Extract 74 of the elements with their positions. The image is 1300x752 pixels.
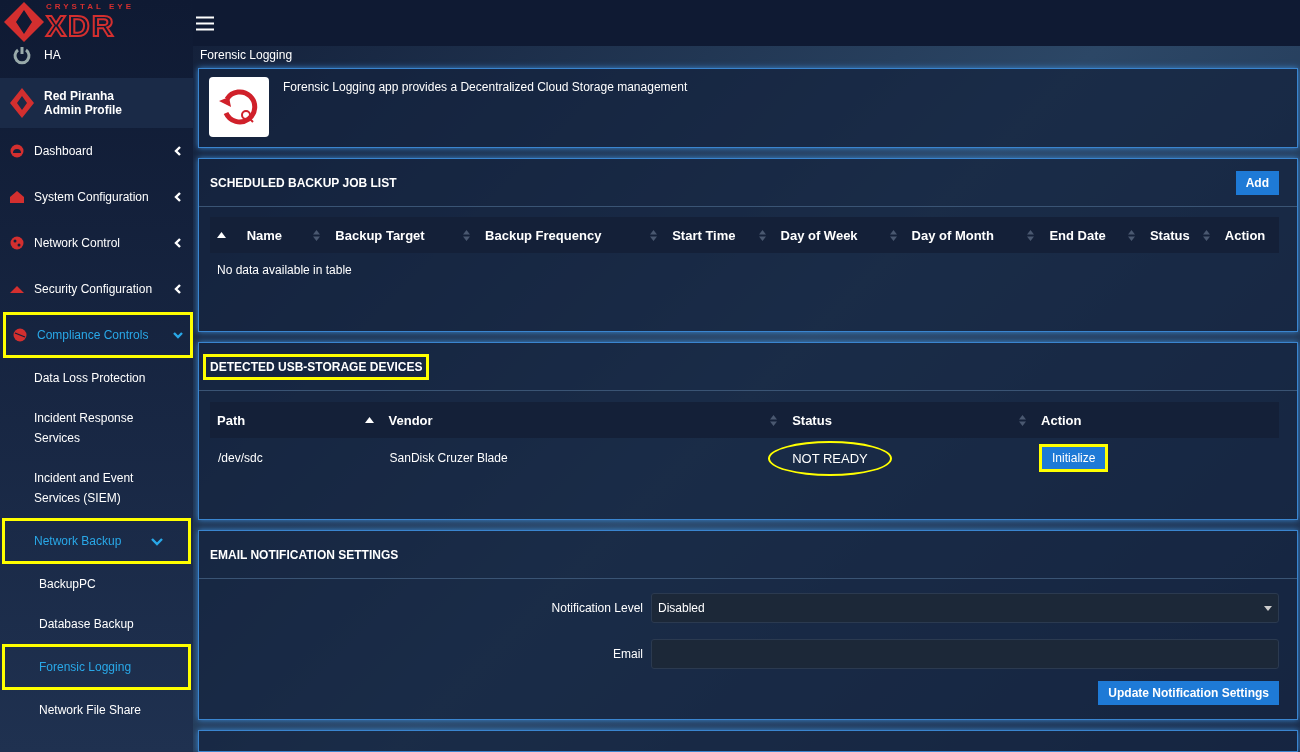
sort-icon[interactable] bbox=[758, 229, 766, 241]
email-input-field[interactable] bbox=[651, 639, 1279, 669]
sort-icon[interactable] bbox=[889, 229, 897, 241]
sidebar-subitem[interactable]: BackupPC bbox=[0, 564, 193, 604]
profile-card[interactable]: Red Piranha Admin Profile bbox=[0, 78, 193, 128]
globe-icon bbox=[10, 236, 24, 250]
sidebar-item[interactable]: Network Control bbox=[0, 220, 193, 266]
panel-title: EMAIL NOTIFICATION SETTINGS bbox=[209, 546, 400, 564]
sort-icon[interactable] bbox=[1127, 229, 1135, 241]
column-header[interactable]: Status bbox=[792, 412, 1016, 428]
page-title: Forensic Logging bbox=[199, 48, 294, 62]
sidebar-item[interactable]: System Configuration bbox=[0, 174, 193, 220]
sort-icon[interactable] bbox=[650, 229, 658, 241]
profile-role: Admin Profile bbox=[44, 103, 122, 117]
column-header[interactable]: Vendor bbox=[388, 412, 767, 428]
sidebar-subitem[interactable]: Database Backup bbox=[0, 604, 193, 644]
sidebar-subitem[interactable]: Network Backup bbox=[2, 518, 191, 564]
chevron-left-icon bbox=[173, 284, 183, 294]
column-header[interactable]: Status bbox=[1149, 227, 1199, 243]
chevron-left-icon bbox=[173, 192, 183, 202]
sort-ascending-icon[interactable] bbox=[364, 417, 374, 423]
power-icon bbox=[12, 45, 32, 65]
dropdown-caret-icon bbox=[1264, 605, 1272, 611]
diamond-logo-icon bbox=[10, 88, 34, 118]
gauge-icon bbox=[10, 144, 24, 158]
logo-tagline: CRYSTAL EYE bbox=[46, 3, 134, 11]
sort-icon[interactable] bbox=[1027, 229, 1035, 241]
column-header[interactable]: Day of Week bbox=[780, 227, 886, 243]
sort-icon[interactable] bbox=[1019, 414, 1027, 426]
sidebar-subitem[interactable]: Incident and Event Services (SIEM) bbox=[0, 458, 193, 518]
sort-icon[interactable] bbox=[1202, 229, 1210, 241]
empty-table-message: No data available in table bbox=[216, 262, 353, 279]
sort-icon[interactable] bbox=[313, 229, 321, 241]
column-header[interactable]: Action bbox=[1224, 227, 1279, 243]
sidebar-subitem[interactable]: Network File Share bbox=[0, 690, 193, 730]
sidebar-item[interactable]: Security Configuration bbox=[0, 266, 193, 312]
sidebar-item[interactable]: Dashboard bbox=[0, 128, 193, 174]
sidebar-item[interactable]: Compliance Controls bbox=[3, 312, 193, 358]
sort-icon[interactable] bbox=[770, 414, 778, 426]
profile-name: Red Piranha bbox=[44, 89, 116, 103]
panel-title: DETECTED USB-STORAGE DEVICES bbox=[206, 356, 427, 377]
diamond-logo-icon bbox=[4, 2, 44, 42]
column-header[interactable]: End Date bbox=[1049, 227, 1124, 243]
status-text: NOT READY bbox=[768, 440, 892, 476]
table-cell: /dev/sdc bbox=[218, 451, 263, 465]
chevron-down-icon bbox=[151, 536, 163, 546]
sort-icon[interactable] bbox=[463, 229, 471, 241]
menu-icon[interactable] bbox=[196, 15, 214, 31]
app-description: Forensic Logging app provides a Decentralized Cloud Storage management bbox=[283, 80, 688, 94]
chevron-left-icon bbox=[173, 238, 183, 248]
column-header[interactable]: Action bbox=[1041, 412, 1279, 428]
sidebar-subitem[interactable]: Incident Response Services bbox=[0, 398, 193, 458]
panel-title: SCHEDULED BACKUP JOB LIST bbox=[209, 174, 398, 192]
column-header[interactable]: Path bbox=[217, 412, 361, 428]
chevron-down-icon bbox=[173, 330, 183, 340]
sidebar-subitem[interactable]: Forensic Logging bbox=[2, 644, 191, 690]
logo-name: XDR bbox=[46, 11, 117, 41]
notification-level-dropdown[interactable]: Disabled bbox=[651, 593, 1279, 623]
chevron-left-icon bbox=[173, 146, 183, 156]
table-cell: SanDisk Cruzer Blade bbox=[389, 451, 508, 465]
ha-label[interactable]: HA bbox=[44, 48, 61, 62]
sidebar-subitem[interactable]: Data Loss Protection bbox=[0, 358, 193, 398]
initialize-button[interactable]: Initialize bbox=[1042, 447, 1106, 469]
column-header[interactable]: Backup Target bbox=[335, 227, 460, 243]
field-label: Email bbox=[612, 647, 644, 661]
field-label: Notification Level bbox=[550, 601, 644, 615]
add-button[interactable]: Add bbox=[1235, 170, 1279, 195]
column-header[interactable]: Start Time bbox=[672, 227, 755, 243]
update-notification-settings-button[interactable]: Update Notification Settings bbox=[1098, 681, 1279, 705]
column-header[interactable]: Day of Month bbox=[911, 227, 1024, 243]
column-header[interactable]: Backup Frequency bbox=[485, 227, 647, 243]
house-icon bbox=[10, 190, 24, 204]
column-header[interactable]: Name bbox=[246, 227, 310, 243]
sort-ascending-icon[interactable] bbox=[217, 232, 226, 238]
